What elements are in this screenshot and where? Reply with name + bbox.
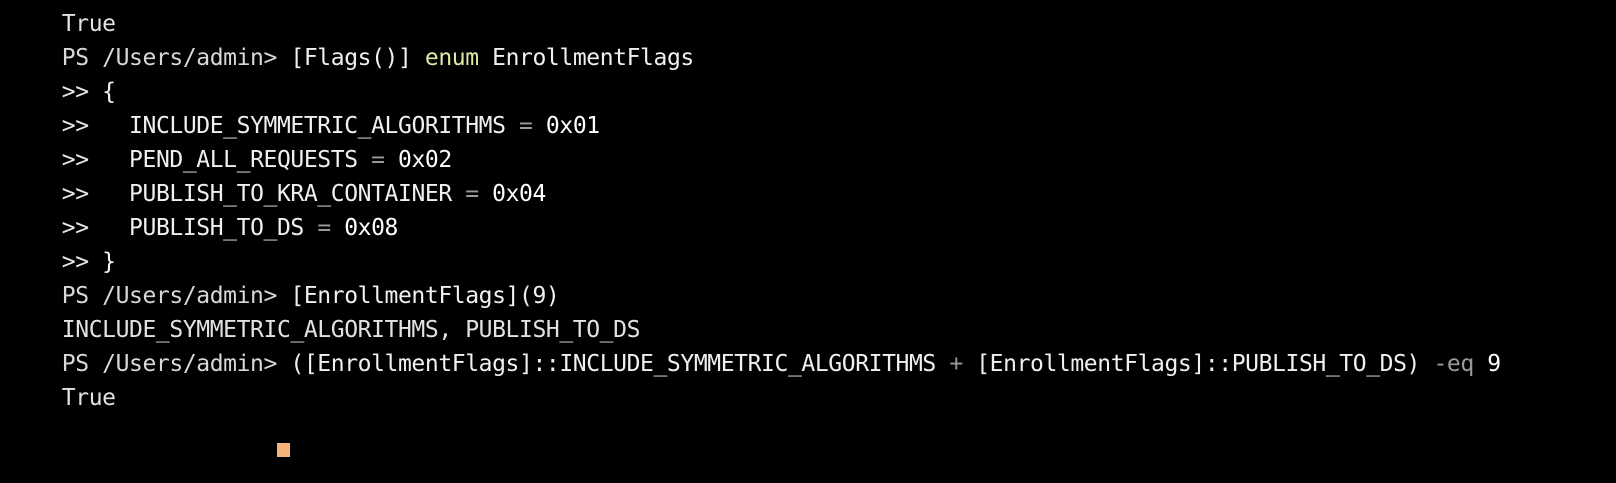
eq-operator: -eq — [1433, 351, 1474, 377]
text-cursor — [276, 443, 290, 457]
continuation-prompt: >> — [61, 181, 103, 207]
enum-member-name: PUBLISH_TO_DS — [129, 215, 304, 241]
continuation-prompt: >> — [61, 113, 103, 139]
assign-operator: = — [357, 147, 398, 173]
shell-prompt: PS /Users/admin> — [61, 351, 291, 377]
terminal-output-line: True — [8, 0, 1608, 37]
output-text: True — [61, 385, 116, 411]
shell-prompt: PS /Users/admin> — [61, 283, 291, 309]
enum-member-value: 0x02 — [398, 147, 452, 173]
command-text: } — [102, 249, 116, 275]
enum-member-name: INCLUDE_SYMMETRIC_ALGORITHMS — [129, 113, 506, 139]
command-text: ([EnrollmentFlags]::INCLUDE_SYMMETRIC_AL… — [290, 351, 950, 377]
keyword-enum: enum — [424, 45, 479, 71]
shell-prompt: PS /Users/admin> — [61, 45, 291, 71]
terminal-continuation-line: >> INCLUDE_SYMMETRIC_ALGORITHMS = 0x01 — [8, 75, 1608, 139]
command-text: [EnrollmentFlags]::PUBLISH_TO_DS) — [962, 351, 1434, 377]
enum-member-value: 0x08 — [344, 215, 399, 241]
enum-member-value: 0x04 — [492, 181, 546, 207]
plus-operator: + — [949, 351, 963, 377]
assign-operator: = — [303, 215, 345, 241]
command-text: EnrollmentFlags — [478, 45, 694, 71]
terminal-command-line: PS /Users/admin> [EnrollmentFlags](9) — [8, 245, 1608, 309]
assign-operator: = — [505, 113, 546, 139]
enum-member-name: PEND_ALL_REQUESTS — [129, 147, 358, 173]
continuation-prompt: >> — [61, 215, 103, 241]
command-text: [Flags()] — [290, 45, 425, 71]
enum-member-value: 0x01 — [545, 113, 600, 139]
terminal-window[interactable]: True PS /Users/admin> [Flags()] enum Enr… — [8, 0, 1608, 457]
output-text: INCLUDE_SYMMETRIC_ALGORITHMS, PUBLISH_TO… — [61, 317, 641, 343]
assign-operator: = — [451, 181, 493, 207]
terminal-input-line[interactable]: PS /Users/admin> — [8, 381, 1608, 457]
continuation-prompt: >> — [61, 249, 103, 275]
number-literal: 9 — [1473, 351, 1501, 377]
terminal-command-line: PS /Users/admin> [Flags()] enum Enrollme… — [8, 7, 1608, 71]
command-text: { — [102, 79, 116, 105]
continuation-prompt: >> — [61, 147, 103, 173]
command-text: [EnrollmentFlags](9) — [290, 283, 560, 309]
continuation-prompt: >> — [61, 79, 103, 105]
enum-member-name: PUBLISH_TO_KRA_CONTAINER — [129, 181, 452, 207]
output-text: True — [61, 11, 116, 37]
